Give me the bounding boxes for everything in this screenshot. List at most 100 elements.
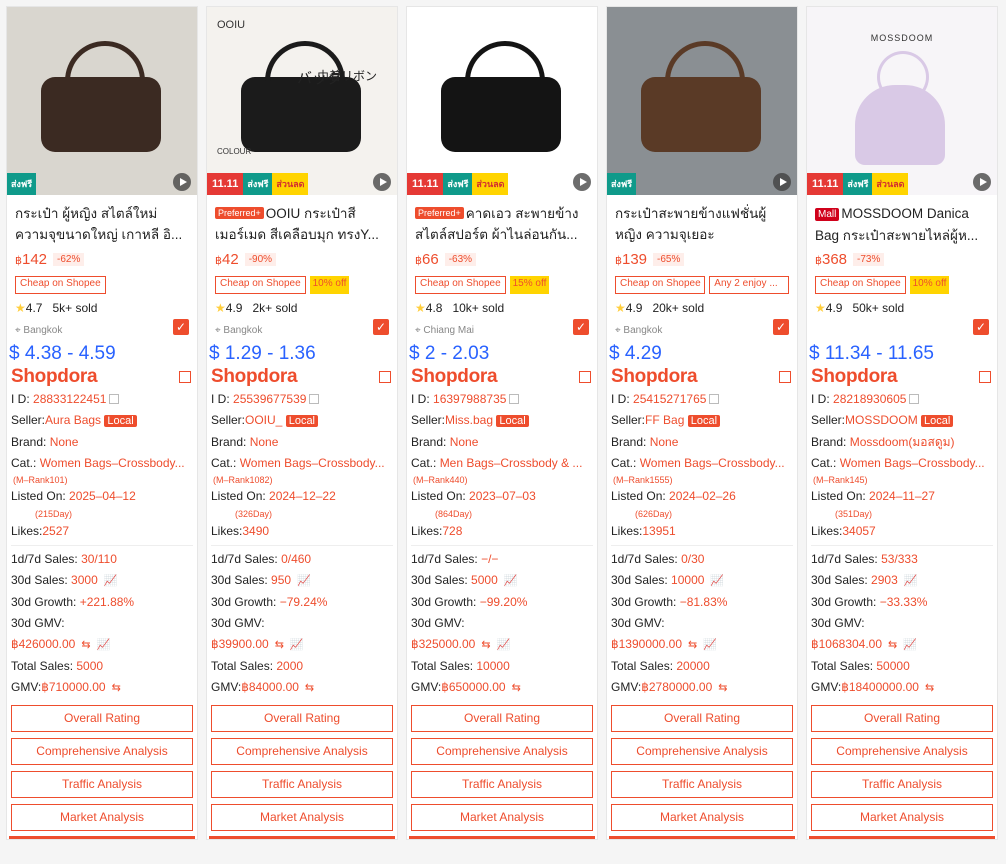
sold-count: 20k+ sold (652, 301, 705, 315)
copy-icon[interactable] (709, 394, 720, 404)
play-icon[interactable] (973, 173, 991, 191)
total-sales: Total Sales: 5000 (11, 659, 104, 673)
likes: Likes:3490 (211, 524, 270, 538)
listed-days: (351Day) (835, 509, 873, 519)
overall-rating-button[interactable]: Overall Rating (211, 705, 393, 732)
comprehensive-analysis-button[interactable]: Comprehensive Analysis (211, 738, 393, 765)
product-title[interactable]: กระเป๋า ผู้หญิง สไตล์ใหม่ ความจุขนาดใหญ่… (7, 195, 197, 245)
preferred-badge: Preferred+ (415, 207, 464, 219)
category-rank: (M–Rank145) (813, 475, 868, 485)
comprehensive-analysis-button[interactable]: Comprehensive Analysis (411, 738, 593, 765)
product-title[interactable]: Preferred+ OOIU กระเป๋าสีเมอร์เมด สีเคลือ… (207, 195, 397, 245)
category[interactable]: Cat.: Women Bags–Crossbody... (809, 453, 995, 474)
cheap-tag: Cheap on Shopee (415, 276, 506, 294)
chart-icon[interactable]: 📈 (703, 639, 717, 651)
traffic-analysis-button[interactable]: Traffic Analysis (11, 771, 193, 798)
overall-rating-button[interactable]: Overall Rating (811, 705, 993, 732)
total-sales: Total Sales: 50000 (811, 659, 910, 673)
product-card[interactable]: 11.11 ส่งฟรี ส่วนลด Preferred+ คาดเอว สะพ… (406, 6, 598, 840)
comprehensive-analysis-button[interactable]: Comprehensive Analysis (11, 738, 193, 765)
chart-icon[interactable]: 📈 (903, 639, 917, 651)
copy-icon[interactable] (909, 394, 920, 404)
product-title[interactable]: Mall MOSSDOOM Danica Bag กระเป๋าสะพายไหล่… (807, 195, 997, 245)
play-icon[interactable] (573, 173, 591, 191)
category[interactable]: Cat.: Women Bags–Crossbody... (609, 453, 795, 474)
overall-rating-button[interactable]: Overall Rating (411, 705, 593, 732)
swap-icon[interactable]: ⇆ (275, 639, 284, 651)
comprehensive-analysis-button[interactable]: Comprehensive Analysis (611, 738, 793, 765)
chart-icon[interactable]: 📈 (710, 575, 724, 587)
bundle-tag: Any 2 enjoy ... (709, 276, 789, 294)
play-icon[interactable] (373, 173, 391, 191)
overall-rating-button[interactable]: Overall Rating (611, 705, 793, 732)
swap-icon[interactable]: ⇆ (925, 682, 934, 694)
market-analysis-button[interactable]: Market Analysis (411, 804, 593, 831)
swap-icon[interactable]: ⇆ (481, 639, 490, 651)
category[interactable]: Cat.: Women Bags–Crossbody... (9, 453, 195, 474)
growth-30d: 30d Growth: +221.88% (11, 595, 135, 609)
market-analysis-button[interactable]: Market Analysis (11, 804, 193, 831)
swap-icon[interactable]: ⇆ (305, 682, 314, 694)
market-analysis-button[interactable]: Market Analysis (611, 804, 793, 831)
traffic-analysis-button[interactable]: Traffic Analysis (611, 771, 793, 798)
check-icon[interactable]: ✓ (773, 319, 789, 335)
chart-icon[interactable]: 📈 (97, 639, 111, 651)
product-title[interactable]: Preferred+ คาดเอว สะพายข้าง สไตล์สปอร์ต ผ… (407, 195, 597, 245)
chart-icon[interactable]: 📈 (297, 575, 311, 587)
chart-icon[interactable]: 📈 (904, 575, 918, 587)
listed-days: (326Day) (235, 509, 273, 519)
check-icon[interactable]: ✓ (573, 319, 589, 335)
seller: Seller:Aura Bags Local (9, 410, 195, 432)
external-link-icon[interactable] (579, 371, 591, 383)
preferred-badge: Preferred+ (215, 207, 264, 219)
discount-percent: -62% (53, 252, 85, 266)
product-card[interactable]: MOSSDOOM 11.11 ส่งฟรี ส่วนลด Mall MOSSDOO… (806, 6, 998, 840)
copy-icon[interactable] (509, 394, 520, 404)
location-icon: ⌖ (15, 325, 21, 336)
check-icon[interactable]: ✓ (973, 319, 989, 335)
chart-icon[interactable]: 📈 (504, 575, 518, 587)
play-icon[interactable] (173, 173, 191, 191)
play-icon[interactable] (773, 173, 791, 191)
promo-banner: 11.11 ส่งฟรี ส่วนลด (407, 173, 597, 195)
check-icon[interactable]: ✓ (173, 319, 189, 335)
product-image[interactable]: 11.11 ส่งฟรี ส่วนลด (407, 7, 597, 195)
product-card[interactable]: ส่งฟรี กระเป๋าสะพายข้างแฟชั่นผู้หญิง ควา… (606, 6, 798, 840)
market-analysis-button[interactable]: Market Analysis (211, 804, 393, 831)
product-image[interactable]: MOSSDOOM 11.11 ส่งฟรี ส่วนลด (807, 7, 997, 195)
external-link-icon[interactable] (779, 371, 791, 383)
external-link-icon[interactable] (379, 371, 391, 383)
listed-on: Listed On: 2023–07–03 (411, 489, 536, 503)
chart-icon[interactable]: 📈 (497, 639, 511, 651)
traffic-analysis-button[interactable]: Traffic Analysis (411, 771, 593, 798)
category[interactable]: Cat.: Women Bags–Crossbody... (209, 453, 395, 474)
traffic-analysis-button[interactable]: Traffic Analysis (211, 771, 393, 798)
cheap-tag: Cheap on Shopee (815, 276, 906, 294)
copy-icon[interactable] (109, 394, 120, 404)
overall-rating-button[interactable]: Overall Rating (11, 705, 193, 732)
external-link-icon[interactable] (179, 371, 191, 383)
swap-icon[interactable]: ⇆ (718, 682, 727, 694)
check-icon[interactable]: ✓ (373, 319, 389, 335)
swap-icon[interactable]: ⇆ (888, 639, 897, 651)
product-image[interactable]: OOIU COLOUR バッグ 巾着リボン 11.11 ส่งฟรี ส่วนลด (207, 7, 397, 195)
traffic-analysis-button[interactable]: Traffic Analysis (811, 771, 993, 798)
category[interactable]: Cat.: Men Bags–Crossbody & ... (409, 453, 595, 474)
gmv-30d-label: 30d GMV: (611, 616, 665, 630)
product-image[interactable]: ส่งฟรี (7, 7, 197, 195)
comprehensive-analysis-button[interactable]: Comprehensive Analysis (811, 738, 993, 765)
market-analysis-button[interactable]: Market Analysis (811, 804, 993, 831)
swap-icon[interactable]: ⇆ (81, 639, 90, 651)
swap-icon[interactable]: ⇆ (512, 682, 521, 694)
product-card[interactable]: ส่งฟรี กระเป๋า ผู้หญิง สไตล์ใหม่ ความจุข… (6, 6, 198, 840)
chart-icon[interactable]: 📈 (290, 639, 304, 651)
swap-icon[interactable]: ⇆ (112, 682, 121, 694)
product-title[interactable]: กระเป๋าสะพายข้างแฟชั่นผู้หญิง ความจุเยอะ (607, 195, 797, 245)
swap-icon[interactable]: ⇆ (688, 639, 697, 651)
chart-icon[interactable]: 📈 (104, 575, 118, 587)
product-card[interactable]: OOIU COLOUR バッグ 巾着リボン 11.11 ส่งฟรี ส่วนลด P… (206, 6, 398, 840)
product-image[interactable]: ส่งฟรี (607, 7, 797, 195)
banner-1111-label: 11.11 (807, 173, 844, 195)
copy-icon[interactable] (309, 394, 320, 404)
external-link-icon[interactable] (979, 371, 991, 383)
